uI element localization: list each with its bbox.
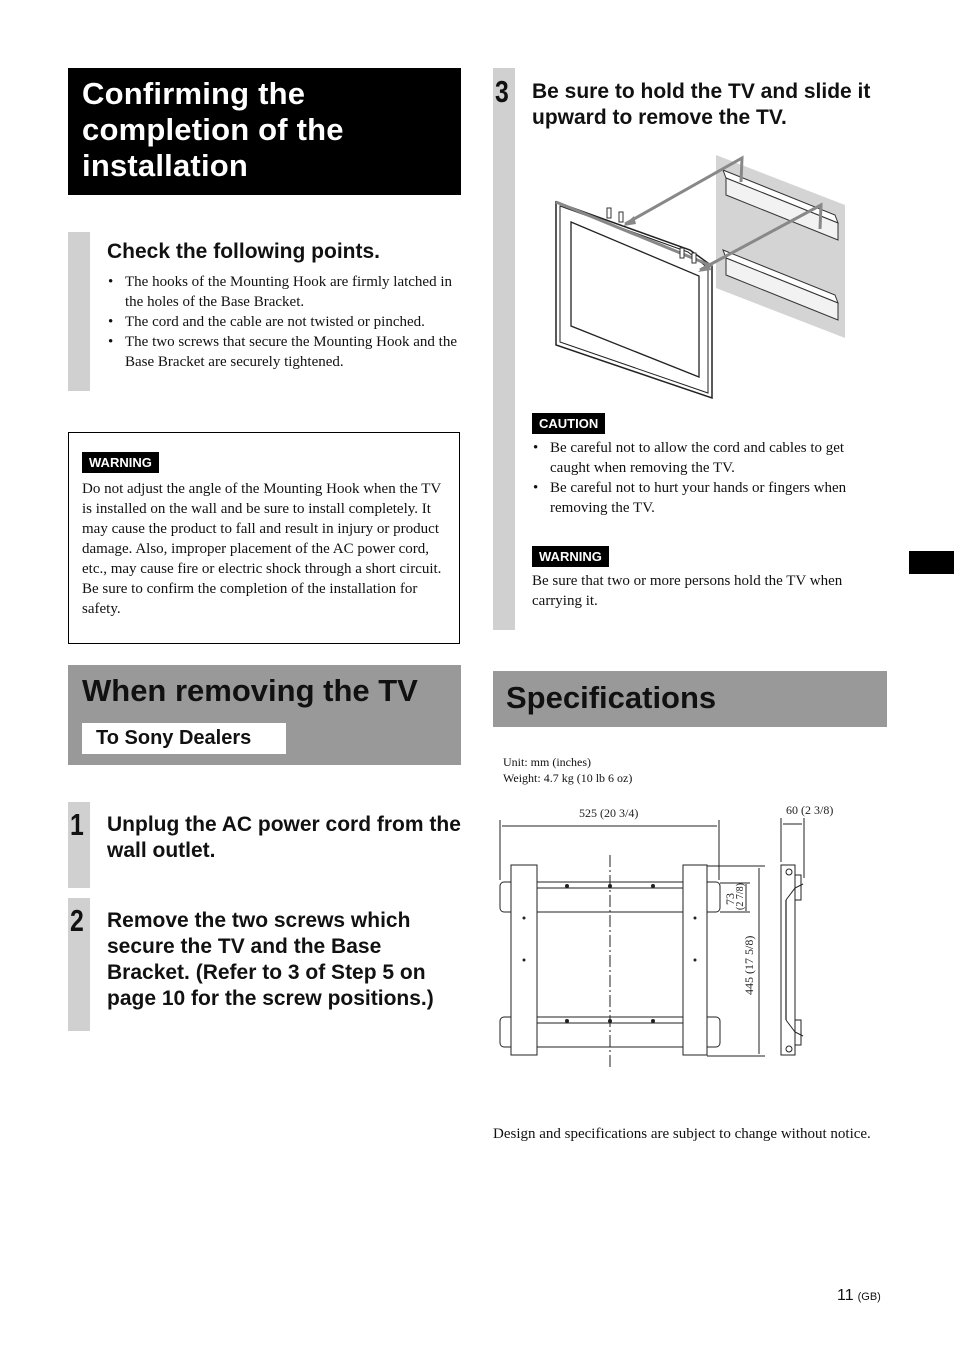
- weight-label: Weight: 4.7 kg (10 lb 6 oz): [503, 771, 633, 785]
- warning-paragraph: Be sure to confirm the completion of the…: [82, 581, 418, 617]
- section-title-removing-tv: When removing the TV To Sony Dealers: [68, 665, 461, 765]
- warning-badge: WARNING: [532, 546, 609, 567]
- section-title-specifications: Specifications: [493, 671, 887, 727]
- warning-text: Do not adjust the angle of the Mounting …: [82, 479, 454, 619]
- unit-label: Unit: mm (inches): [503, 755, 591, 769]
- warning-box: WARNING Do not adjust the angle of the M…: [68, 432, 460, 644]
- region-code: (GB): [857, 1291, 881, 1303]
- step-text: Remove the two screws which secure the T…: [107, 909, 434, 1010]
- section-bar: [68, 232, 90, 391]
- subtitle: To Sony Dealers: [96, 727, 252, 749]
- section-tab-marker: [909, 551, 954, 574]
- spec-disclaimer: Design and specifications are subject to…: [493, 1126, 871, 1142]
- check-list: The hooks of the Mounting Hook are firml…: [107, 272, 467, 372]
- step-number: 1: [70, 807, 84, 842]
- warning-paragraph: Do not adjust the angle of the Mounting …: [82, 481, 442, 577]
- tv-panel: [555, 200, 713, 400]
- step-number: 2: [70, 903, 84, 938]
- list-item: The cord and the cable are not twisted o…: [107, 312, 467, 332]
- step-text: Be sure to hold the TV and slide it upwa…: [532, 80, 871, 129]
- subtitle-box: To Sony Dealers: [82, 723, 286, 754]
- list-item: Be careful not to hurt your hands or fin…: [532, 478, 877, 518]
- step-text: Unplug the AC power cord from the wall o…: [107, 813, 461, 862]
- list-item: Be careful not to allow the cord and cab…: [532, 438, 877, 478]
- bracket-dimension-drawing: 525 (20 3/4) 60 (2 3/8) 73 (2 7/8) 445 (…: [499, 803, 833, 1070]
- depth-dimension-label: 60 (2 3/8): [786, 803, 833, 817]
- warning-text: Be sure that two or more persons hold th…: [532, 573, 843, 609]
- step-bar: [493, 68, 515, 630]
- caution-badge: CAUTION: [532, 413, 606, 434]
- section-title: Specifications: [506, 680, 717, 715]
- section-title-confirming-installation: Confirming the completion of the install…: [68, 68, 461, 195]
- list-item: The hooks of the Mounting Hook are firml…: [107, 272, 467, 312]
- spec-unit-weight: Unit: mm (inches) Weight: 4.7 kg (10 lb …: [503, 754, 632, 786]
- check-heading: Check the following points.: [107, 240, 380, 263]
- title-line: completion of the: [82, 112, 344, 147]
- title-line: Confirming the: [82, 76, 306, 111]
- width-dimension-label: 525 (20 3/4): [579, 806, 638, 820]
- step-number: 3: [495, 74, 509, 109]
- height-dimension-label: 445 (17 5/8): [742, 936, 756, 995]
- title-line: installation: [82, 148, 249, 183]
- list-item: The two screws that secure the Mounting …: [107, 332, 467, 372]
- rail-height-inch-label: (2 7/8): [735, 883, 746, 910]
- caution-list: Be careful not to allow the cord and cab…: [532, 438, 877, 518]
- tv-removal-illustration: [555, 155, 845, 400]
- page-number-value: 11: [837, 1287, 854, 1304]
- warning-badge: WARNING: [82, 452, 159, 473]
- page-number: 11 (GB): [837, 1287, 881, 1305]
- section-title: When removing the TV: [82, 673, 418, 708]
- arrow-head: [623, 216, 636, 226]
